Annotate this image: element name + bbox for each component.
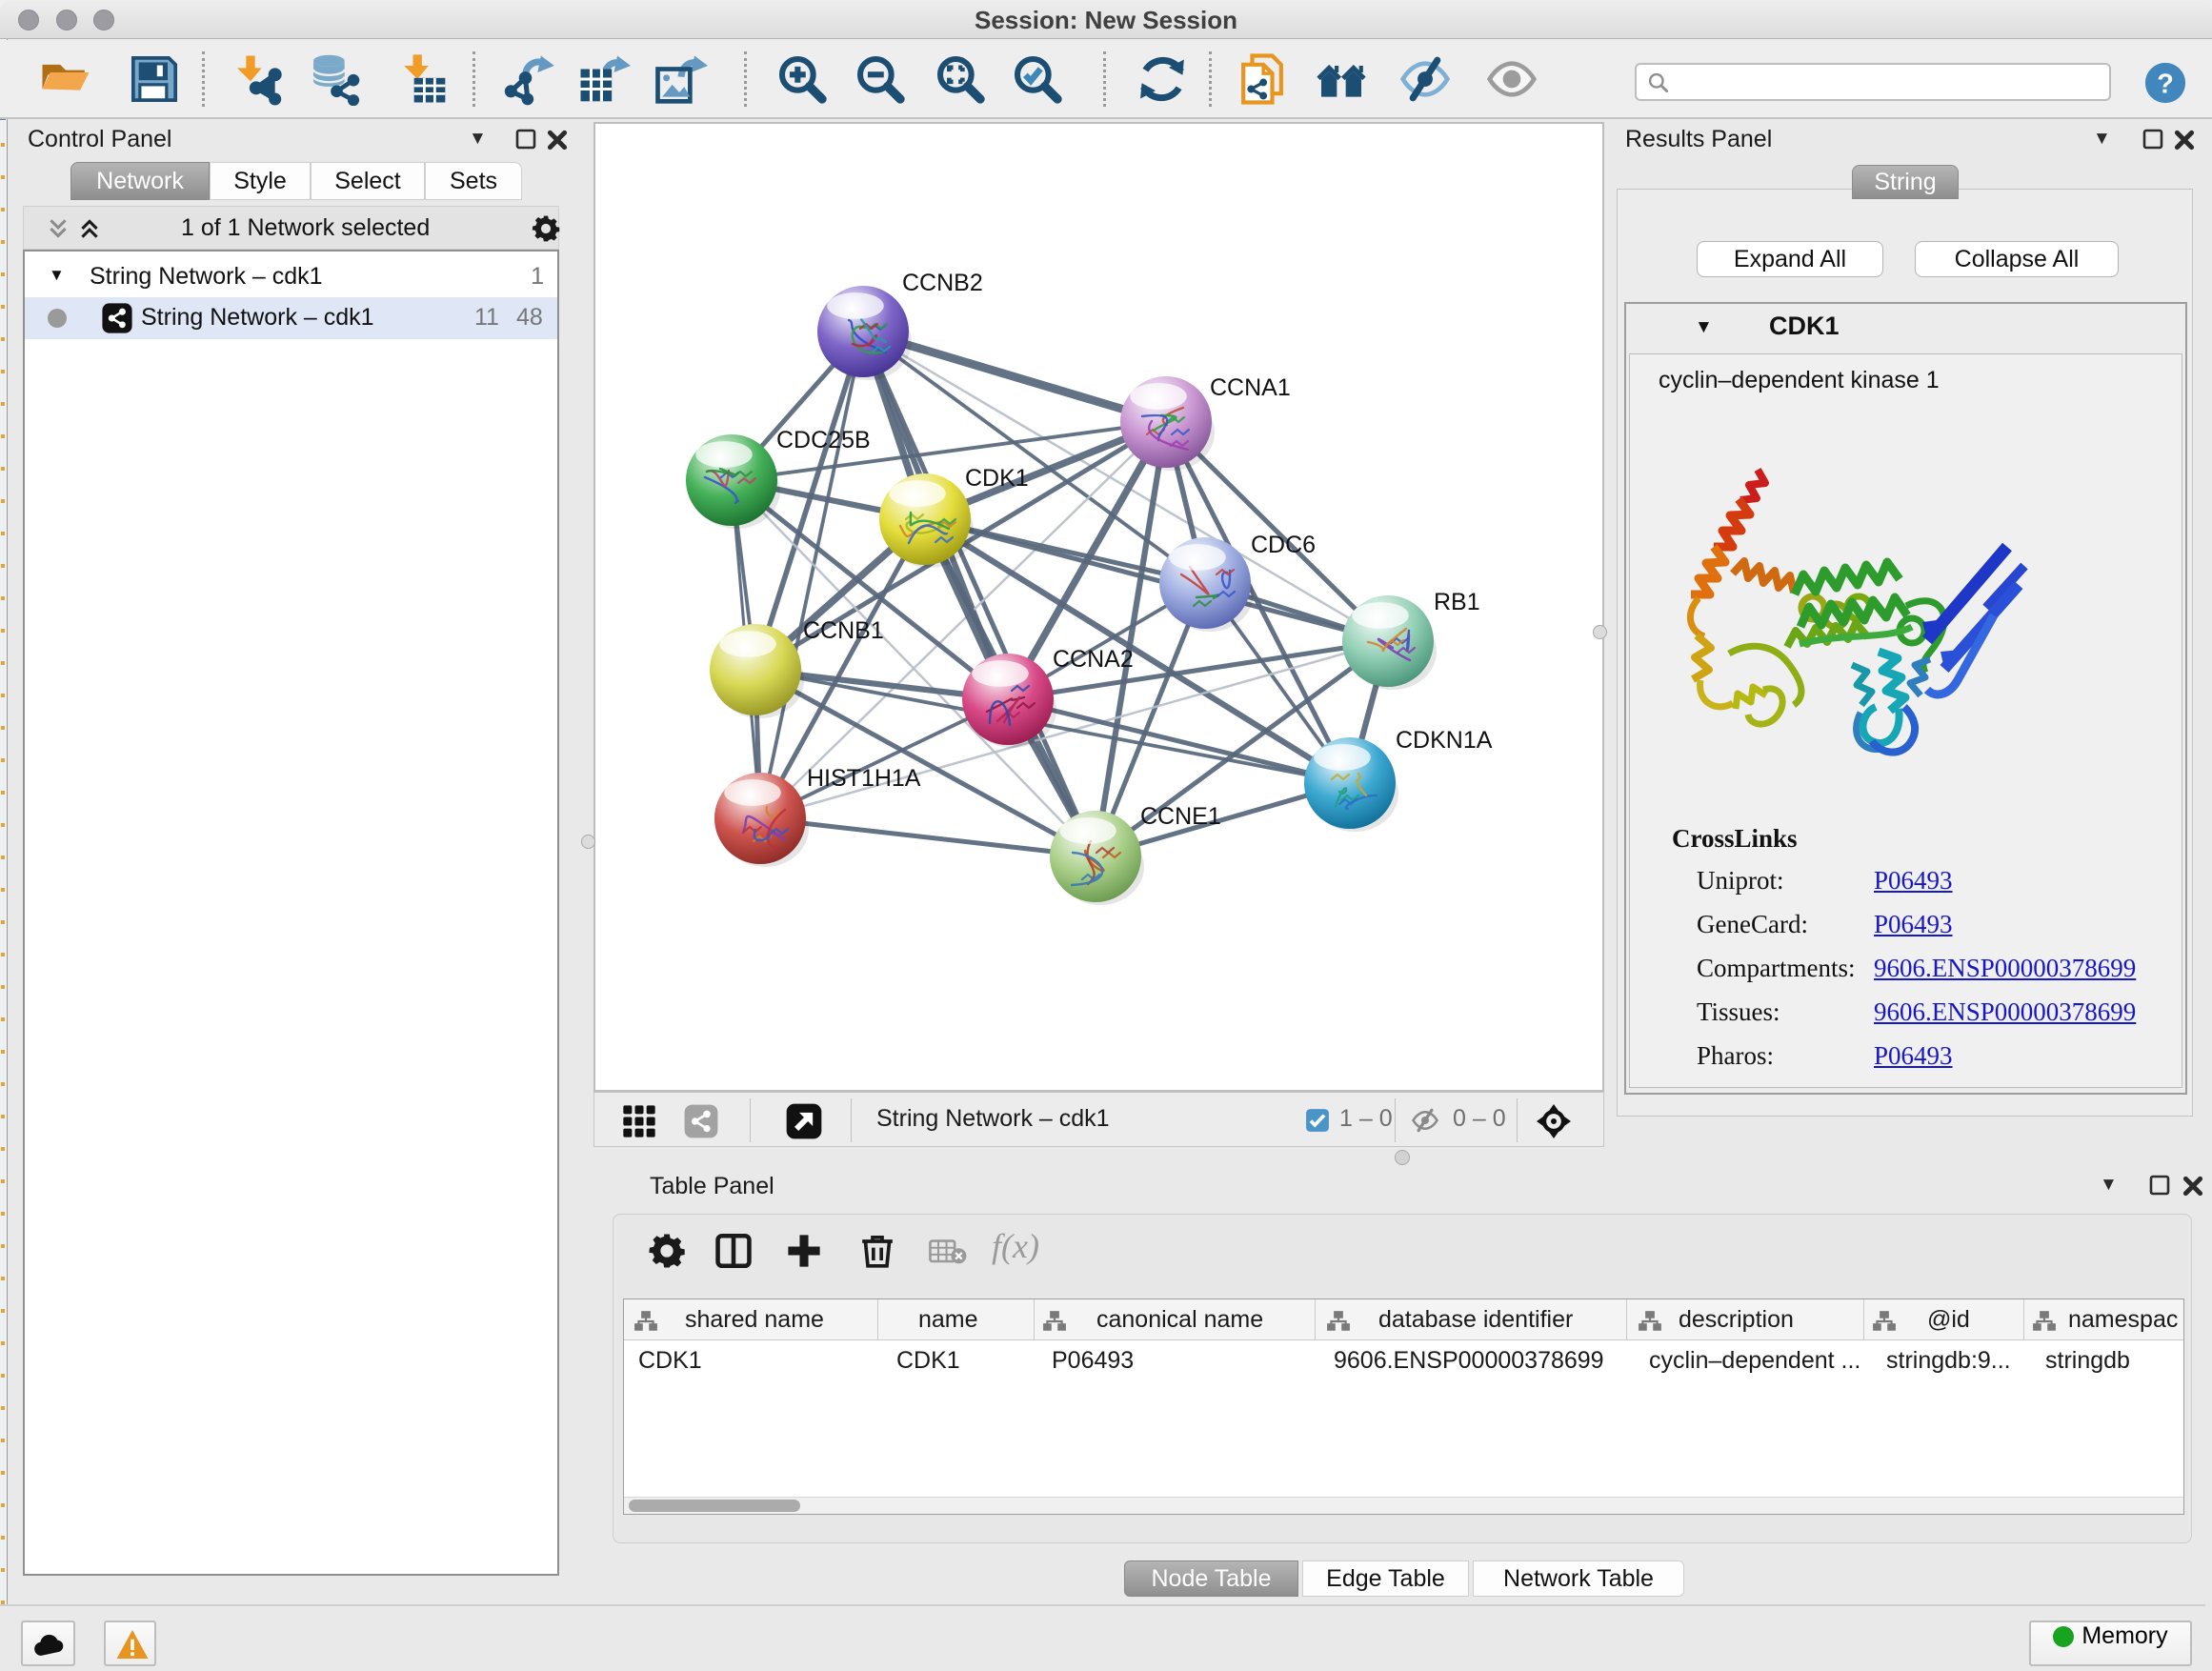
svg-text:CCNA2: CCNA2 bbox=[1053, 646, 1134, 673]
svg-text:CCNB2: CCNB2 bbox=[902, 270, 983, 296]
svg-text:CDK1: CDK1 bbox=[965, 465, 1029, 492]
svg-text:CDKN1A: CDKN1A bbox=[1396, 727, 1493, 754]
svg-text:?: ? bbox=[2157, 69, 2174, 99]
svg-text:CCNB1: CCNB1 bbox=[803, 617, 884, 644]
svg-text:CCNA1: CCNA1 bbox=[1210, 374, 1291, 401]
svg-text:CCNE1: CCNE1 bbox=[1140, 803, 1221, 830]
svg-text:CDC6: CDC6 bbox=[1251, 532, 1316, 558]
svg-text:CDC25B: CDC25B bbox=[776, 427, 871, 453]
svg-text:RB1: RB1 bbox=[1434, 589, 1480, 615]
svg-text:HIST1H1A: HIST1H1A bbox=[807, 765, 921, 792]
